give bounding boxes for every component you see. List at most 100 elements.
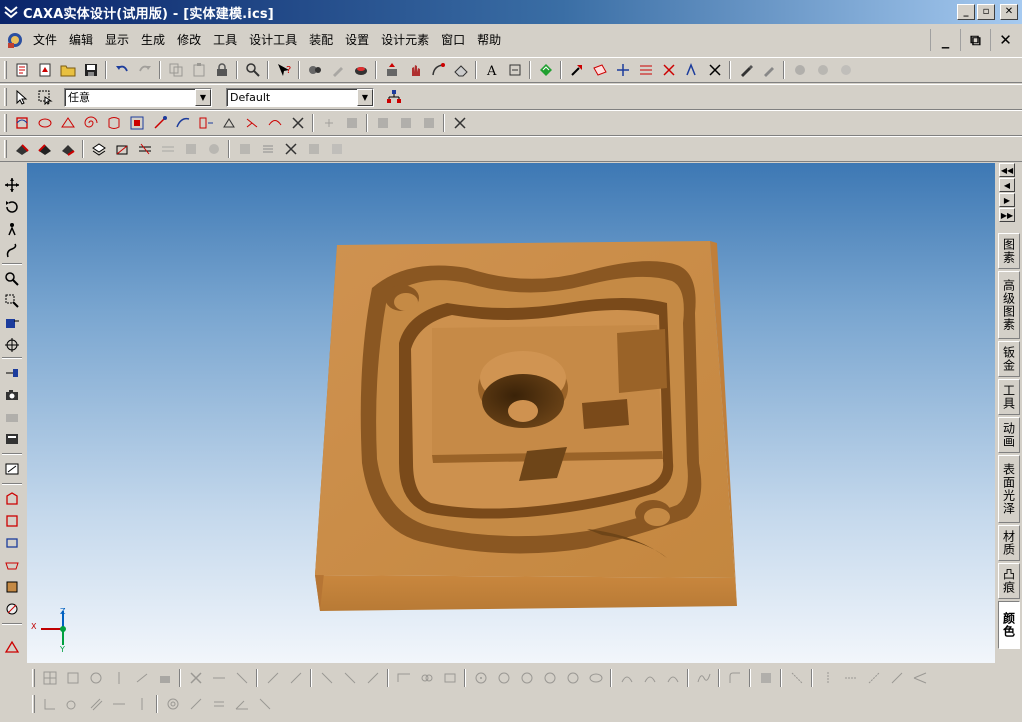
- curve-blend-icon[interactable]: [263, 112, 286, 134]
- paste-icon[interactable]: [187, 59, 210, 81]
- menu-assembly[interactable]: 装配: [303, 30, 339, 50]
- rotate-2d-icon[interactable]: [84, 667, 107, 689]
- zoom-icon[interactable]: [1, 269, 23, 289]
- surface-gray-icon[interactable]: [340, 112, 363, 134]
- 3d-viewport[interactable]: X Z Y: [27, 163, 995, 663]
- part-model[interactable]: [27, 163, 995, 663]
- curve-3d-icon[interactable]: [10, 112, 33, 134]
- dimension-icon[interactable]: [503, 59, 526, 81]
- rotate-icon[interactable]: [1, 197, 23, 217]
- restore-button[interactable]: ▫: [977, 4, 995, 20]
- menu-design-elements[interactable]: 设计元素: [375, 30, 435, 50]
- tangent-line-icon[interactable]: [338, 667, 361, 689]
- menu-view[interactable]: 显示: [99, 30, 135, 50]
- offset-icon[interactable]: [217, 112, 240, 134]
- point-icon[interactable]: [611, 59, 634, 81]
- open-icon[interactable]: [56, 59, 79, 81]
- plane-icon[interactable]: [588, 59, 611, 81]
- wire-frame-icon[interactable]: [1, 555, 23, 575]
- target-icon[interactable]: [1, 335, 23, 355]
- chevron-down-icon[interactable]: ▼: [195, 88, 211, 106]
- sweep-solid-icon[interactable]: [56, 138, 79, 160]
- parallel-icon[interactable]: [84, 693, 107, 715]
- tools-icon[interactable]: [279, 138, 302, 160]
- menu-design-tools[interactable]: 设计工具: [243, 30, 303, 50]
- cross-icon[interactable]: [703, 59, 726, 81]
- last-tab-icon[interactable]: ▶▶: [999, 208, 1015, 222]
- style-select[interactable]: Default ▼: [226, 87, 374, 107]
- construction-line-icon[interactable]: [785, 667, 808, 689]
- shade3-icon[interactable]: [417, 112, 440, 134]
- prev-tab-icon[interactable]: ◀: [999, 178, 1015, 192]
- lock-icon[interactable]: [210, 59, 233, 81]
- axis-icon[interactable]: [634, 59, 657, 81]
- revolve-icon[interactable]: [33, 138, 56, 160]
- arrow-icon[interactable]: [565, 59, 588, 81]
- hand-icon[interactable]: [403, 59, 426, 81]
- title-bar[interactable]: CAXA实体设计(试用版) - [实体建模.ics] _ ▫ ✕: [0, 0, 1022, 24]
- blend-icon[interactable]: [171, 112, 194, 134]
- camera-icon[interactable]: [1, 385, 23, 405]
- select-arrow-icon[interactable]: [10, 86, 33, 108]
- next-tab-icon[interactable]: ▶: [999, 193, 1015, 207]
- selection-filter-select[interactable]: 任意 ▼: [64, 87, 212, 107]
- arc3-icon[interactable]: [661, 667, 684, 689]
- coincident-icon[interactable]: [184, 693, 207, 715]
- doc-close-button[interactable]: ✕: [990, 29, 1020, 51]
- circle-3pt-icon[interactable]: [515, 667, 538, 689]
- fillet-2d-icon[interactable]: [723, 667, 746, 689]
- tab-surface-finish[interactable]: 表面光泽: [998, 455, 1020, 523]
- perpendicular-icon[interactable]: [38, 693, 61, 715]
- view-list-icon[interactable]: [1, 429, 23, 449]
- cube-gray-icon[interactable]: [302, 138, 325, 160]
- eraser-icon[interactable]: [449, 59, 472, 81]
- line-icon[interactable]: [315, 667, 338, 689]
- grid-icon[interactable]: [38, 667, 61, 689]
- cube-gray2-icon[interactable]: [325, 138, 348, 160]
- layers-gray-icon[interactable]: [256, 138, 279, 160]
- pattern-gray-icon[interactable]: [202, 138, 225, 160]
- light-off-icon[interactable]: [834, 59, 857, 81]
- box-select-icon[interactable]: [1, 511, 23, 531]
- tab-primitives[interactable]: 图素: [998, 233, 1020, 269]
- menu-file[interactable]: 文件: [27, 30, 63, 50]
- doc-restore-button[interactable]: ⧉: [960, 29, 990, 51]
- circle-tan2-icon[interactable]: [561, 667, 584, 689]
- trim-icon[interactable]: [240, 112, 263, 134]
- tab-emboss[interactable]: 凸痕: [998, 563, 1020, 599]
- spiral-icon[interactable]: [79, 112, 102, 134]
- arc2-icon[interactable]: [638, 667, 661, 689]
- vertical-line-icon[interactable]: [816, 667, 839, 689]
- trim-2d-icon[interactable]: [230, 667, 253, 689]
- diagonal-constraint-icon[interactable]: [253, 693, 276, 715]
- loft-icon[interactable]: [33, 112, 56, 134]
- angle-constraint-icon[interactable]: [230, 693, 253, 715]
- draw-edit-icon[interactable]: [284, 667, 307, 689]
- shell-icon[interactable]: [133, 138, 156, 160]
- material-icon[interactable]: [1, 577, 23, 597]
- section-icon[interactable]: [87, 138, 110, 160]
- new-design-icon[interactable]: [10, 59, 33, 81]
- ellipse-icon[interactable]: [584, 667, 607, 689]
- draw-line-icon[interactable]: [261, 667, 284, 689]
- rect-icon[interactable]: [61, 667, 84, 689]
- extend-icon[interactable]: [148, 112, 171, 134]
- menu-help[interactable]: 帮助: [471, 30, 507, 50]
- mirror-icon[interactable]: [107, 667, 130, 689]
- vertical-constraint-icon[interactable]: [130, 693, 153, 715]
- add-icon[interactable]: [317, 112, 340, 134]
- tool-icon[interactable]: [326, 59, 349, 81]
- polyline-icon[interactable]: [392, 667, 415, 689]
- fillet-gray-icon[interactable]: [156, 138, 179, 160]
- delete-surface-icon[interactable]: [286, 112, 309, 134]
- zoom-window-icon[interactable]: [1, 291, 23, 311]
- new-drawing-icon[interactable]: [33, 59, 56, 81]
- sweep-icon[interactable]: [56, 112, 79, 134]
- draft-icon[interactable]: [110, 138, 133, 160]
- tangent-construction-icon[interactable]: [885, 667, 908, 689]
- camera-path-icon[interactable]: [1, 407, 23, 427]
- tab-sheet-metal[interactable]: 钣金: [998, 341, 1020, 377]
- select-box-icon[interactable]: [33, 86, 56, 108]
- redo-icon[interactable]: [133, 59, 156, 81]
- smart-snap-icon[interactable]: [303, 59, 326, 81]
